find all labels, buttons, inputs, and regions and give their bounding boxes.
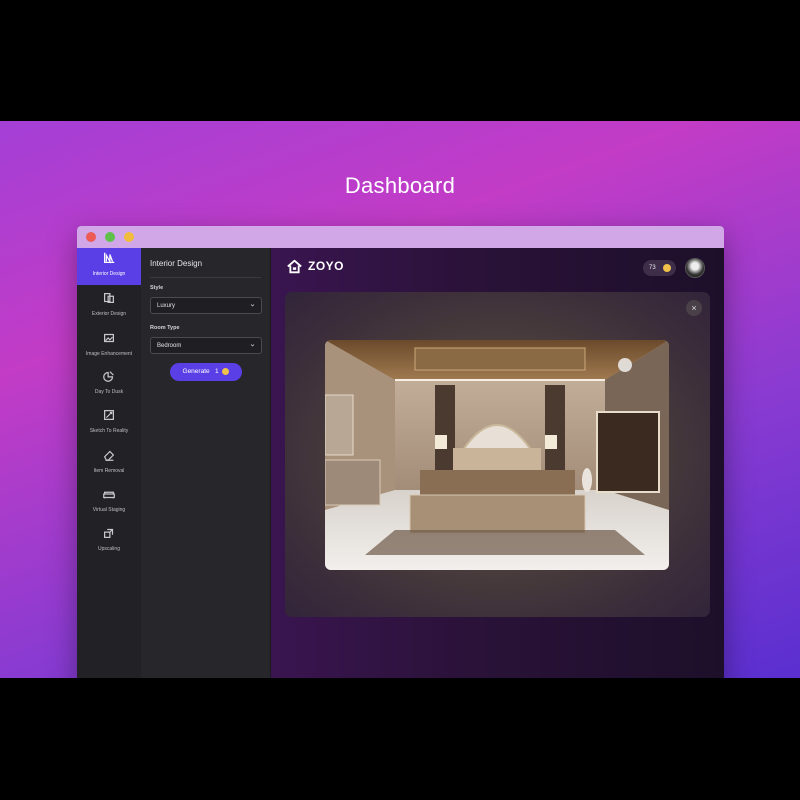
generate-cost: 1 <box>215 368 219 375</box>
sofa-icon <box>77 487 141 505</box>
sketch-to-reality-icon <box>77 408 141 426</box>
generated-image[interactable] <box>325 340 669 570</box>
options-panel: Interior Design Style Luxury Room Type B… <box>141 248 271 678</box>
window-maximize-dot[interactable] <box>105 232 115 242</box>
generate-button-label: Generate <box>182 368 210 375</box>
interior-design-icon <box>77 251 141 269</box>
room-type-label: Room Type <box>150 325 180 331</box>
rail-item-day-to-dusk[interactable]: Day To Dusk <box>77 366 141 402</box>
credits-badge[interactable]: 73 <box>643 260 676 276</box>
rail-item-sketch-to-reality[interactable]: Sketch To Reality <box>77 405 141 441</box>
house-logo-icon <box>287 259 302 273</box>
rail-item-virtual-staging[interactable]: Virtual Staging <box>77 484 141 520</box>
day-to-dusk-icon <box>77 369 141 387</box>
window-titlebar <box>77 226 724 248</box>
bedroom-render-image <box>325 340 669 570</box>
rail-item-label: Virtual Staging <box>92 507 126 513</box>
image-enhancement-icon <box>77 331 141 349</box>
credits-count: 73 <box>649 265 656 271</box>
rail-item-label: Exterior Design <box>91 311 127 317</box>
avatar[interactable] <box>685 258 705 278</box>
rail-item-upscaling[interactable]: Upscaling <box>77 523 141 559</box>
exterior-design-icon <box>77 291 141 309</box>
brand-name: ZOYO <box>308 259 345 273</box>
style-label: Style <box>150 285 164 291</box>
page-heading: Dashboard <box>344 173 456 198</box>
upscale-icon <box>77 526 141 544</box>
window-close-dot[interactable] <box>86 232 96 242</box>
rail-item-exterior-design[interactable]: Exterior Design <box>77 288 141 324</box>
style-select-value: Luxury <box>157 303 176 309</box>
rail-item-item-removal[interactable]: Item Removal <box>77 445 141 481</box>
app-window: Interior Design Exterior Design Image En… <box>77 226 724 678</box>
divider <box>150 277 261 278</box>
rail-item-label: Upscaling <box>98 546 120 552</box>
rail-item-image-enhancement[interactable]: Image Enhancement <box>77 328 141 364</box>
room-type-select-value: Bedroom <box>157 343 182 349</box>
generate-button[interactable]: Generate 1 <box>170 363 242 381</box>
rail-item-label: Day To Dusk <box>94 389 124 395</box>
coin-icon <box>663 264 671 272</box>
rail-item-interior-design[interactable]: Interior Design <box>77 248 141 285</box>
rail-item-label: Item Removal <box>93 468 125 474</box>
main-area: ZOYO 73 × <box>271 248 724 678</box>
window-minimize-dot[interactable] <box>124 232 134 242</box>
tool-rail: Interior Design Exterior Design Image En… <box>77 248 141 678</box>
image-viewer: × <box>285 292 710 617</box>
panel-title: Interior Design <box>150 259 203 268</box>
chevron-down-icon <box>250 344 255 347</box>
rail-item-label: Interior Design <box>92 271 126 277</box>
style-select[interactable]: Luxury <box>150 297 262 314</box>
rail-item-label: Image Enhancement <box>85 351 133 357</box>
room-type-select[interactable]: Bedroom <box>150 337 262 354</box>
coin-icon <box>222 367 230 375</box>
hero-background: Dashboard Interior Design Exterior Desig… <box>0 121 800 678</box>
eraser-icon <box>77 448 141 466</box>
rail-item-label: Sketch To Reality <box>89 428 129 434</box>
chevron-down-icon <box>250 304 255 307</box>
brand-logo[interactable]: ZOYO <box>286 258 344 274</box>
close-viewer-button[interactable]: × <box>686 300 702 316</box>
